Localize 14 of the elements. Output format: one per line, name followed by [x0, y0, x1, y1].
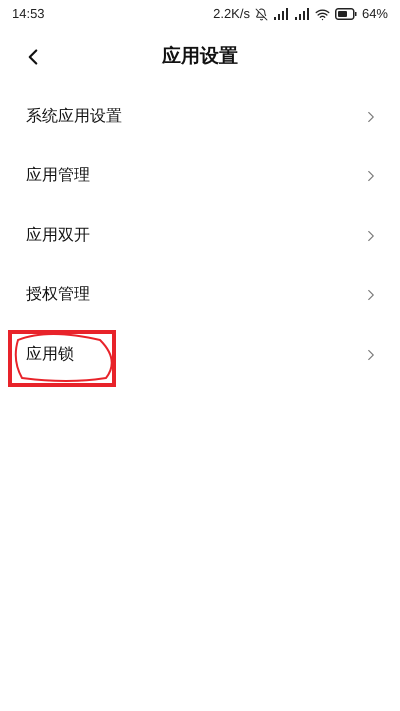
signal-icon	[272, 8, 289, 20]
settings-item[interactable]: 应用管理	[0, 146, 400, 206]
status-time: 14:53	[12, 5, 45, 24]
page-title: 应用设置	[162, 44, 238, 69]
settings-item[interactable]: 应用双开	[0, 206, 400, 266]
signal-icon	[294, 8, 310, 20]
muted-bell-icon	[254, 8, 268, 20]
settings-item[interactable]: 应用锁	[0, 325, 400, 384]
battery-icon	[334, 8, 357, 20]
network-speed: 2.2K/s	[213, 5, 250, 24]
settings-item[interactable]: 系统应用设置	[0, 87, 400, 146]
wifi-icon	[314, 6, 330, 22]
settings-item[interactable]: 授权管理	[0, 266, 400, 325]
battery-percent: 64%	[362, 5, 388, 24]
